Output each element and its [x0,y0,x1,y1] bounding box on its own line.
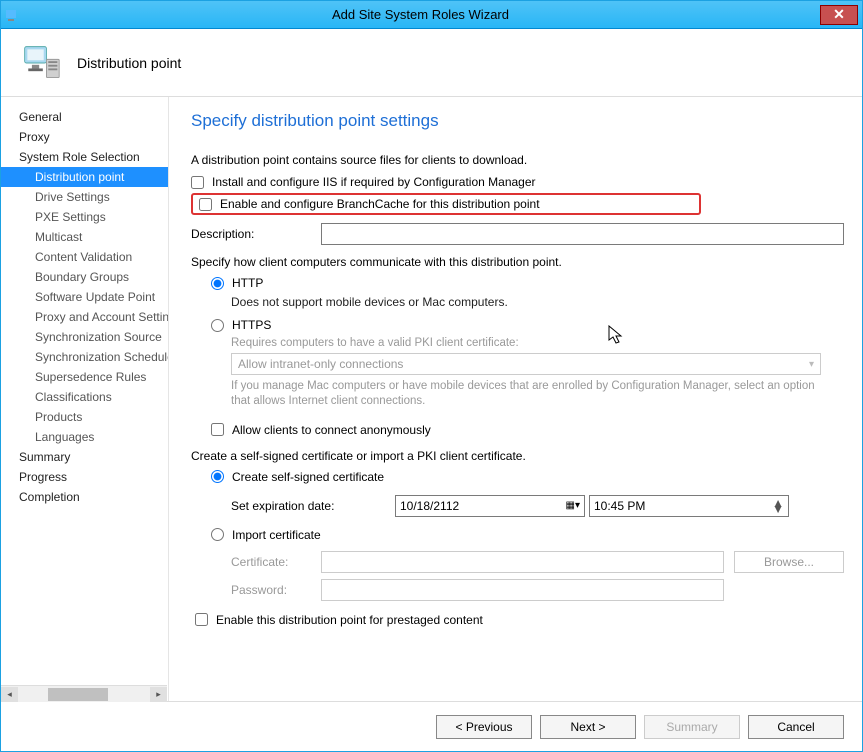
checkbox-iis-label: Install and configure IIS if required by… [212,175,536,189]
cancel-button[interactable]: Cancel [748,715,844,739]
nav-item-synchronization-source[interactable]: Synchronization Source [1,327,168,347]
radio-https-label: HTTPS [232,318,271,332]
description-input[interactable] [321,223,844,245]
intro-text: A distribution point contains source fil… [191,153,844,167]
expiration-label: Set expiration date: [231,499,391,513]
https-connection-select: Allow intranet-only connections ▾ [231,353,821,375]
checkbox-prestaged[interactable] [195,613,208,626]
cert-intro: Create a self-signed certificate or impo… [191,449,844,463]
nav-item-proxy[interactable]: Proxy [1,127,168,147]
radio-https[interactable] [211,319,224,332]
close-button[interactable]: ✕ [820,5,858,25]
app-icon [5,7,21,23]
radio-import-cert-label: Import certificate [232,528,321,542]
calendar-dropdown-icon[interactable]: ▦▾ [566,500,580,511]
summary-button: Summary [644,715,740,739]
certificate-field [321,551,724,573]
nav-item-system-role-selection[interactable]: System Role Selection [1,147,168,167]
https-note: Requires computers to have a valid PKI c… [191,337,844,349]
nav-item-summary[interactable]: Summary [1,447,168,467]
comm-label: Specify how client computers communicate… [191,255,844,269]
nav-item-products[interactable]: Products [1,407,168,427]
expiration-date-value: 10/18/2112 [400,499,459,513]
nav-item-supersedence-rules[interactable]: Supersedence Rules [1,367,168,387]
description-label: Description: [191,227,311,241]
password-field [321,579,724,601]
certificate-label: Certificate: [231,555,311,569]
http-note: Does not support mobile devices or Mac c… [191,295,844,309]
wizard-header: Distribution point [1,29,862,97]
checkbox-branchcache[interactable] [199,198,212,211]
scroll-thumb[interactable] [48,688,108,701]
nav-item-boundary-groups[interactable]: Boundary Groups [1,267,168,287]
window-title: Add Site System Roles Wizard [21,7,820,22]
server-icon [19,43,63,83]
page-title: Distribution point [77,55,181,71]
scroll-left-arrow[interactable]: ◂ [1,687,18,702]
https-hint: If you manage Mac computers or have mobi… [231,379,831,409]
nav-item-progress[interactable]: Progress [1,467,168,487]
nav-item-pxe-settings[interactable]: PXE Settings [1,207,168,227]
radio-http[interactable] [211,277,224,290]
previous-button[interactable]: < Previous [436,715,532,739]
content-heading: Specify distribution point settings [191,111,844,131]
nav-item-general[interactable]: General [1,107,168,127]
scroll-track[interactable] [18,687,150,702]
radio-create-cert[interactable] [211,470,224,483]
titlebar[interactable]: Add Site System Roles Wizard ✕ [1,1,862,29]
branchcache-highlight: Enable and configure BranchCache for thi… [191,193,701,215]
expiration-time-value: 10:45 PM [594,499,645,513]
nav-item-drive-settings[interactable]: Drive Settings [1,187,168,207]
nav-item-completion[interactable]: Completion [1,487,168,507]
wizard-nav: GeneralProxySystem Role SelectionDistrib… [1,97,169,701]
wizard-footer: < Previous Next > Summary Cancel [1,701,862,751]
checkbox-iis[interactable] [191,176,204,189]
radio-create-cert-label: Create self-signed certificate [232,470,384,484]
expiration-date-picker[interactable]: 10/18/2112 ▦▾ [395,495,585,517]
radio-http-label: HTTP [232,276,263,290]
browse-button: Browse... [734,551,844,573]
nav-horizontal-scrollbar[interactable]: ◂ ▸ [1,685,167,702]
scroll-right-arrow[interactable]: ▸ [150,687,167,702]
nav-item-proxy-and-account-settings[interactable]: Proxy and Account Settings [1,307,168,327]
password-label: Password: [231,583,311,597]
https-select-value: Allow intranet-only connections [238,357,403,371]
checkbox-anonymous-label: Allow clients to connect anonymously [232,423,431,437]
next-button[interactable]: Next > [540,715,636,739]
checkbox-prestaged-label: Enable this distribution point for prest… [216,613,483,627]
nav-item-languages[interactable]: Languages [1,427,168,447]
radio-import-cert[interactable] [211,528,224,541]
checkbox-branchcache-label: Enable and configure BranchCache for thi… [220,197,540,211]
nav-item-synchronization-schedule[interactable]: Synchronization Schedule [1,347,168,367]
nav-item-content-validation[interactable]: Content Validation [1,247,168,267]
nav-item-software-update-point[interactable]: Software Update Point [1,287,168,307]
expiration-time-picker[interactable]: 10:45 PM ▲▼ [589,495,789,517]
checkbox-anonymous[interactable] [211,423,224,436]
nav-item-classifications[interactable]: Classifications [1,387,168,407]
nav-item-distribution-point[interactable]: Distribution point [1,167,168,187]
nav-item-multicast[interactable]: Multicast [1,227,168,247]
chevron-down-icon: ▾ [809,359,814,370]
time-spinner-icon[interactable]: ▲▼ [772,500,784,512]
content-pane: Specify distribution point settings A di… [169,97,862,701]
